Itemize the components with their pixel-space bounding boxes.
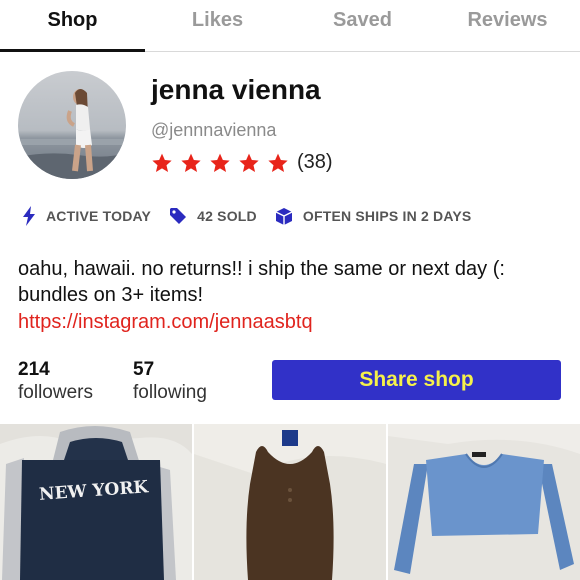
- seller-stats: ACTIVE TODAY 42 SOLD OFTEN SHIPS IN 2 DA…: [22, 205, 489, 227]
- listing-grid: NEW YORK: [0, 424, 580, 580]
- instagram-link[interactable]: https://instagram.com/jennaasbtq: [18, 311, 313, 334]
- star-icon: [152, 153, 172, 172]
- listing-thumbnail-sweater[interactable]: [388, 424, 580, 580]
- stat-sold-label: 42 SOLD: [197, 208, 257, 224]
- avatar[interactable]: [18, 71, 126, 179]
- tab-saved[interactable]: Saved: [290, 0, 435, 51]
- rating[interactable]: (38): [151, 151, 333, 174]
- tab-likes[interactable]: Likes: [145, 0, 290, 51]
- following-label: following: [133, 382, 207, 403]
- profile-bio: oahu, hawaii. no returns!! i ship the sa…: [18, 258, 505, 306]
- followers-count[interactable]: 214 followers: [18, 359, 93, 405]
- stat-shipping: OFTEN SHIPS IN 2 DAYS: [275, 207, 472, 226]
- stat-active: ACTIVE TODAY: [22, 206, 151, 226]
- listing-thumbnail-tank[interactable]: [194, 424, 386, 580]
- stat-sold: 42 SOLD: [169, 207, 257, 225]
- tank-top-image: [194, 424, 386, 580]
- lightning-icon: [23, 206, 35, 226]
- following-number: 57: [133, 359, 155, 380]
- avatar-photo: [18, 71, 126, 179]
- star-icon: [181, 153, 201, 172]
- hoodie-image: NEW YORK: [0, 424, 192, 580]
- stat-shipping-label: OFTEN SHIPS IN 2 DAYS: [302, 208, 472, 224]
- tag-icon: [170, 208, 187, 224]
- share-shop-button[interactable]: Share shop: [272, 360, 561, 400]
- star-icon: [210, 153, 230, 172]
- box-icon: [275, 207, 293, 225]
- listing-thumbnail-hoodie[interactable]: NEW YORK: [0, 424, 192, 580]
- following-count[interactable]: 57 following: [133, 359, 207, 405]
- tab-reviews[interactable]: Reviews: [435, 0, 580, 51]
- sweater-image: [388, 424, 580, 580]
- star-icon: [239, 153, 259, 172]
- followers-label: followers: [18, 382, 93, 403]
- star-icon: [268, 153, 288, 172]
- tab-shop[interactable]: Shop: [0, 0, 145, 52]
- rating-count: (38): [297, 151, 333, 173]
- profile-name: jenna vienna: [151, 74, 321, 105]
- profile-tabs: Shop Likes Saved Reviews: [0, 0, 580, 52]
- profile-handle: @jennnavienna: [151, 120, 277, 140]
- followers-number: 214: [18, 359, 50, 380]
- stat-active-label: ACTIVE TODAY: [46, 208, 152, 224]
